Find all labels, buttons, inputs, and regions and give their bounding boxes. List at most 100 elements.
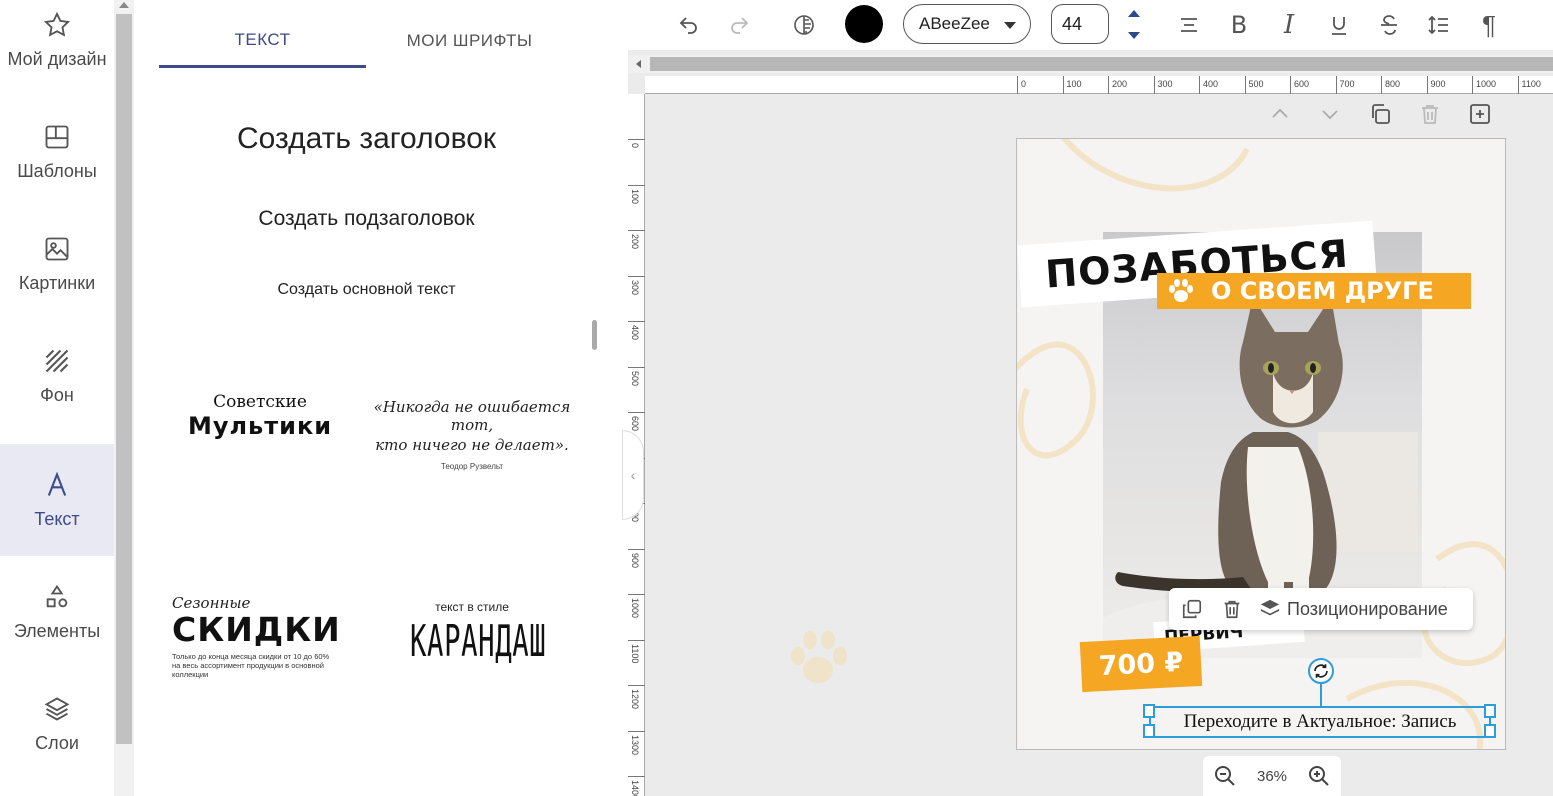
chevron-down-icon xyxy=(1004,22,1016,29)
template-icon xyxy=(45,125,69,148)
undo-icon xyxy=(679,17,697,34)
font-size-increase-button[interactable] xyxy=(1123,4,1145,22)
preset-line: Советские xyxy=(213,392,307,412)
paragraph-icon: ¶ xyxy=(1482,9,1496,40)
bold-icon: B xyxy=(1230,11,1248,39)
zoom-in-button[interactable] xyxy=(1306,763,1332,789)
font-family-value: ABeeZee xyxy=(919,14,990,33)
bold-button[interactable]: B xyxy=(1224,10,1254,40)
create-subheading-button[interactable]: Создать подзаголовок xyxy=(134,207,599,231)
design-page[interactable]: ПОЗАБОТЬСЯ О СВОЕМ ДРУГЕ ПЕРВИЧ 700 ₽ xyxy=(1016,138,1506,750)
nav-item-templates[interactable]: Шаблоны xyxy=(0,96,114,208)
font-family-select[interactable]: ABeeZee xyxy=(903,4,1031,44)
nav-item-text[interactable]: Текст xyxy=(0,444,114,556)
text-panel: ТЕКСТ МОИ ШРИФТЫ Создать заголовок Созда… xyxy=(134,0,628,796)
zoom-out-button[interactable] xyxy=(1212,763,1238,789)
resize-handle-bottom-right[interactable] xyxy=(1484,724,1496,738)
ruler-tick: 1200 xyxy=(628,685,645,730)
zoom-out-icon xyxy=(1215,766,1236,786)
scrollbar-thumb[interactable] xyxy=(116,14,132,744)
text-preset-season-sale[interactable]: Сезонные СКИДКИ Только до конца месяца с… xyxy=(172,594,362,714)
strikethrough-button[interactable] xyxy=(1374,10,1404,40)
resize-handle-top-right[interactable] xyxy=(1484,704,1496,718)
align-button[interactable] xyxy=(1174,10,1204,40)
preset-line: текст в стиле xyxy=(435,600,509,614)
delete-element-button[interactable] xyxy=(1219,596,1245,622)
add-page-button[interactable] xyxy=(1466,100,1494,128)
ruler-tick: 1400 xyxy=(628,776,645,796)
resize-handle-top-left[interactable] xyxy=(1143,704,1155,718)
undo-button[interactable] xyxy=(674,10,704,40)
nav-label: Шаблоны xyxy=(17,160,97,181)
nav-label: Текст xyxy=(34,508,80,529)
element-context-menu: Позиционирование xyxy=(1169,588,1473,630)
preset-line: на весь ассортимент продукции в основной xyxy=(172,661,324,670)
ruler-tick: 100 xyxy=(1062,76,1082,94)
duplicate-page-button[interactable] xyxy=(1366,100,1394,128)
rotate-handle[interactable] xyxy=(1308,658,1334,684)
design-subtitle[interactable]: О СВОЕМ ДРУГЕ xyxy=(1157,273,1471,309)
move-page-down-button[interactable] xyxy=(1316,100,1344,128)
create-body-text-button[interactable]: Создать основной текст xyxy=(134,281,599,299)
redo-button[interactable] xyxy=(724,10,754,40)
collapse-panel-button[interactable]: ‹ xyxy=(622,430,644,520)
nav-label: Картинки xyxy=(18,272,96,293)
delete-page-button[interactable] xyxy=(1416,100,1444,128)
line-height-icon xyxy=(1428,15,1448,35)
tab-my-fonts[interactable]: МОИ ШРИФТЫ xyxy=(366,14,573,68)
scroll-up-arrow-icon[interactable] xyxy=(119,2,129,8)
duplicate-element-button[interactable] xyxy=(1179,596,1205,622)
scrollbar-thumb[interactable] xyxy=(650,57,1553,71)
copy-icon xyxy=(1372,104,1390,124)
positioning-layers-button[interactable]: Позиционирование xyxy=(1259,596,1448,622)
text-preset-soviet-cartoons[interactable]: Советские Мультики xyxy=(160,392,360,512)
preset-line: Только до конца месяца скидки от 10 до 6… xyxy=(172,652,330,661)
ruler-tick: 300 xyxy=(1153,76,1173,94)
font-size-decrease-button[interactable] xyxy=(1123,26,1145,44)
nav-item-elements[interactable]: Элементы xyxy=(0,556,114,668)
line-height-button[interactable] xyxy=(1424,10,1454,40)
text-preset-pencil[interactable]: текст в стиле КАРАНДАШ xyxy=(372,600,572,720)
italic-button[interactable]: I xyxy=(1274,10,1304,40)
ruler-tick: 700 xyxy=(1335,76,1355,94)
zoom-in-icon xyxy=(1308,766,1329,786)
italic-icon: I xyxy=(1283,10,1295,40)
move-page-up-button[interactable] xyxy=(1266,100,1294,128)
resize-handle-bottom-left[interactable] xyxy=(1143,724,1155,738)
opacity-button[interactable] xyxy=(789,10,819,40)
nav-item-my-design[interactable]: Мой дизайн xyxy=(0,0,114,96)
panel-scrollbar-thumb[interactable] xyxy=(592,320,597,350)
subtitle-text: О СВОЕМ ДРУГЕ xyxy=(1211,277,1434,305)
text-toolbar: ABeeZee 44 B I ¶ xyxy=(628,0,1553,50)
create-heading-button[interactable]: Создать заголовок xyxy=(134,122,599,156)
font-size-input[interactable]: 44 xyxy=(1051,4,1109,44)
paw-decoration-icon xyxy=(791,631,847,683)
tab-text[interactable]: ТЕКСТ xyxy=(159,14,366,68)
nav-scrollbar[interactable] xyxy=(114,0,134,796)
copy-icon xyxy=(1182,599,1202,619)
opacity-icon xyxy=(794,15,814,35)
preset-line: СКИДКИ xyxy=(172,610,341,649)
ruler-tick: 1100 xyxy=(628,639,645,685)
caret-down-icon xyxy=(1128,31,1140,39)
chevron-left-icon: ‹ xyxy=(630,467,636,483)
scroll-left-arrow-icon[interactable] xyxy=(636,60,641,68)
ruler-tick: 500 xyxy=(1244,76,1264,94)
nav-item-images[interactable]: Картинки xyxy=(0,208,114,320)
preset-line: Мультики xyxy=(187,412,333,440)
underline-button[interactable] xyxy=(1324,10,1354,40)
rotate-connector xyxy=(1320,684,1322,706)
paragraph-button[interactable]: ¶ xyxy=(1474,10,1504,40)
horizontal-scrollbar[interactable] xyxy=(628,55,1553,73)
text-color-swatch[interactable] xyxy=(845,5,883,43)
selected-text-element[interactable]: Переходите в Актуальное: Запись xyxy=(1149,706,1491,738)
ruler-tick: 200 xyxy=(1108,76,1127,94)
nav-item-background[interactable]: Фон xyxy=(0,320,114,432)
left-nav: Мой дизайн Шаблоны Картинки Фон Текст Эл… xyxy=(0,0,114,796)
image-icon xyxy=(45,237,69,260)
text-a-icon xyxy=(47,471,67,496)
design-price-badge[interactable]: 700 ₽ xyxy=(1079,635,1203,693)
text-preset-quote[interactable]: «Никогда не ошибается тот, кто ничего не… xyxy=(372,398,572,518)
nav-label: Фон xyxy=(40,384,74,405)
nav-item-layers[interactable]: Слои xyxy=(0,668,114,780)
